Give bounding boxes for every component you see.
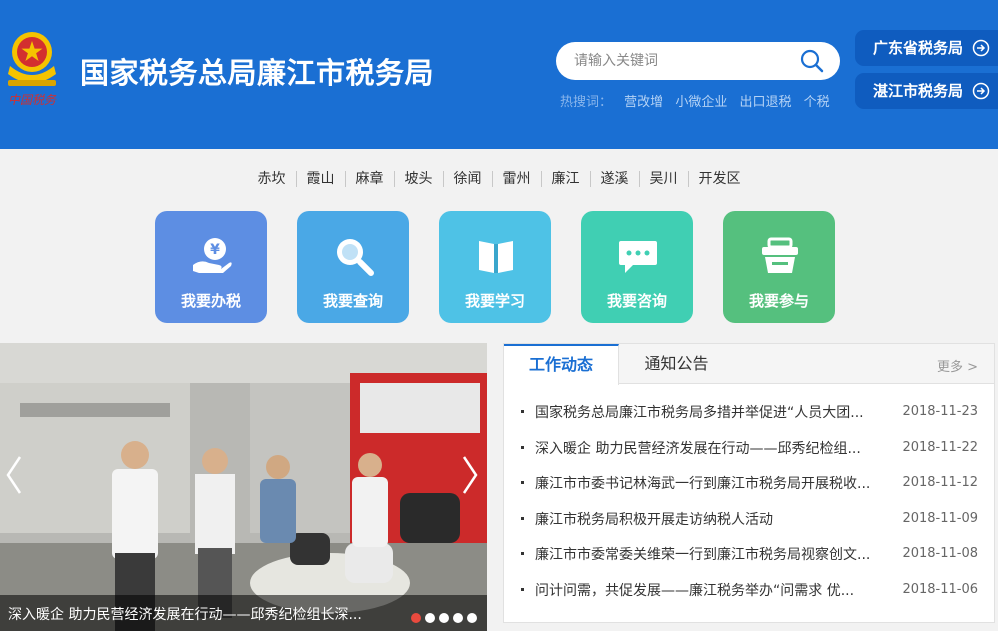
region-link[interactable]: 徐闻 [442, 171, 492, 187]
news-item[interactable]: 廉江市市委书记林海武一行到廉江市税务局开展税收... 2018-11-12 [504, 473, 994, 509]
basket-icon [762, 237, 798, 273]
region-link[interactable]: 吴川 [638, 171, 688, 187]
bullet [521, 552, 524, 555]
region-link[interactable]: 赤坎 [248, 171, 296, 187]
hot-word-link[interactable]: 营改增 [624, 95, 663, 110]
hand-yuan-icon: ¥ [193, 238, 232, 273]
site-title: 国家税务总局廉江市税务局 [80, 56, 435, 90]
news-date: 2018-11-06 [902, 581, 978, 597]
tile-label: 我要参与 [748, 292, 809, 310]
region-link[interactable]: 雷州 [491, 171, 541, 187]
arrow-right-circle-icon [972, 82, 990, 100]
news-item[interactable]: 问计问需，共促发展——廉江税务举办“问需求 优... 2018-11-06 [504, 580, 994, 616]
site-header: 中国税务 国家税务总局廉江市税务局 热搜词： 营改增 小微企业 出口退税 个税 … [0, 0, 998, 149]
news-date: 2018-11-22 [902, 439, 978, 455]
hot-word-link[interactable]: 出口退税 [739, 95, 791, 110]
slide-dot[interactable] [453, 613, 463, 623]
search-input[interactable] [574, 50, 794, 72]
guangdong-tax-link[interactable]: 广东省税务局 [855, 30, 998, 66]
bullet [521, 587, 524, 591]
news-date: 2018-11-09 [902, 510, 978, 526]
guangdong-tax-label: 广东省税务局 [873, 39, 964, 57]
news-item[interactable]: 深入暖企 助力民营经济发展在行动——邱秀纪检组... 2018-11-22 [504, 438, 994, 474]
svg-text:¥: ¥ [210, 242, 220, 258]
tab-work-news[interactable]: 工作动态 [504, 344, 619, 385]
news-title[interactable]: 国家税务总局廉江市税务局多措并举促进“人员大团... [535, 402, 890, 422]
news-title[interactable]: 深入暖企 助力民营经济发展在行动——邱秀纪检组... [535, 438, 890, 458]
tile-query[interactable]: 我要查询 [297, 211, 409, 323]
tile-consult[interactable]: 我要咨询 [581, 211, 693, 323]
tile-label: 我要咨询 [606, 292, 667, 310]
slide-prev-icon[interactable] [2, 453, 26, 497]
magnifier-icon [337, 239, 374, 276]
region-link[interactable]: 霞山 [295, 171, 345, 187]
news-list: 国家税务总局廉江市税务局多措并举促进“人员大团... 2018-11-23 深入… [504, 402, 994, 615]
slide-dot[interactable] [467, 613, 477, 623]
region-link[interactable]: 坡头 [393, 171, 443, 187]
hot-word-link[interactable]: 个税 [804, 95, 830, 110]
search-icon[interactable] [800, 49, 824, 73]
zhanjiang-tax-link[interactable]: 湛江市税务局 [855, 73, 998, 109]
tile-tax-handling[interactable]: ¥ 我要办税 [155, 211, 267, 323]
news-title[interactable]: 廉江市市委常委关维荣一行到廉江市税务局视察创文... [535, 544, 890, 564]
tax-emblem-icon: 中国税务 [8, 32, 57, 107]
region-nav: 赤坎 霞山 麻章 坡头 徐闻 雷州 廉江 遂溪 吴川 开发区 [0, 171, 998, 187]
slide-next-icon[interactable] [458, 453, 482, 497]
news-date: 2018-11-23 [902, 404, 978, 419]
search-box [556, 42, 840, 80]
slide-dot[interactable] [411, 613, 421, 623]
more-link[interactable]: 更多 > [937, 356, 978, 375]
slide-caption[interactable]: 深入暖企 助力民营经济发展在行动——邱秀纪检组长深... [8, 604, 388, 624]
news-panel: 工作动态 通知公告 更多 > 国家税务总局廉江市税务局多措并举促进“人员大团..… [503, 343, 995, 623]
hot-search-label: 热搜词： [560, 95, 613, 110]
bullet [521, 516, 524, 520]
tile-label: 我要查询 [322, 292, 383, 310]
hot-word-link[interactable]: 小微企业 [675, 95, 727, 110]
bullet [521, 410, 524, 413]
hot-search-row: 热搜词： 营改增 小微企业 出口退税 个税 [560, 91, 838, 110]
news-date: 2018-11-08 [902, 546, 978, 561]
zhanjiang-tax-label: 湛江市税务局 [873, 82, 964, 100]
region-link[interactable]: 遂溪 [589, 171, 639, 187]
news-photo-slider[interactable]: 深入暖企 助力民营经济发展在行动——邱秀纪检组长深... [0, 343, 487, 631]
tile-participate[interactable]: 我要参与 [723, 211, 835, 323]
news-item[interactable]: 国家税务总局廉江市税务局多措并举促进“人员大团... 2018-11-23 [504, 402, 994, 438]
slide-dot[interactable] [425, 613, 435, 623]
book-icon [479, 241, 513, 273]
region-link[interactable]: 麻章 [344, 171, 394, 187]
news-title[interactable]: 问计问需，共促发展——廉江税务举办“问需求 优... [535, 580, 890, 600]
tile-learning[interactable]: 我要学习 [439, 211, 551, 323]
slide-photo [0, 343, 487, 631]
tile-label: 我要学习 [464, 292, 525, 310]
arrow-right-circle-icon [972, 39, 990, 57]
bullet [521, 445, 524, 449]
tab-notices[interactable]: 通知公告 [619, 344, 734, 384]
region-link[interactable]: 廉江 [540, 171, 590, 187]
news-item[interactable]: 廉江市税务局积极开展走访纳税人活动 2018-11-09 [504, 509, 994, 545]
news-title[interactable]: 廉江市税务局积极开展走访纳税人活动 [535, 509, 890, 529]
news-tabbar: 工作动态 通知公告 更多 > [504, 344, 994, 385]
chat-bubble-icon [619, 241, 657, 273]
news-item[interactable]: 廉江市市委常委关维荣一行到廉江市税务局视察创文... 2018-11-08 [504, 544, 994, 580]
bullet [521, 481, 524, 484]
tile-label: 我要办税 [180, 292, 241, 310]
region-link[interactable]: 开发区 [687, 171, 751, 187]
slide-dot[interactable] [439, 613, 449, 623]
slide-dots [407, 608, 477, 627]
news-date: 2018-11-12 [902, 475, 978, 490]
slide-caption-bar: 深入暖企 助力民营经济发展在行动——邱秀纪检组长深... [0, 595, 487, 631]
news-title[interactable]: 廉江市市委书记林海武一行到廉江市税务局开展税收... [535, 473, 890, 493]
svg-text:中国税务: 中国税务 [8, 93, 57, 107]
